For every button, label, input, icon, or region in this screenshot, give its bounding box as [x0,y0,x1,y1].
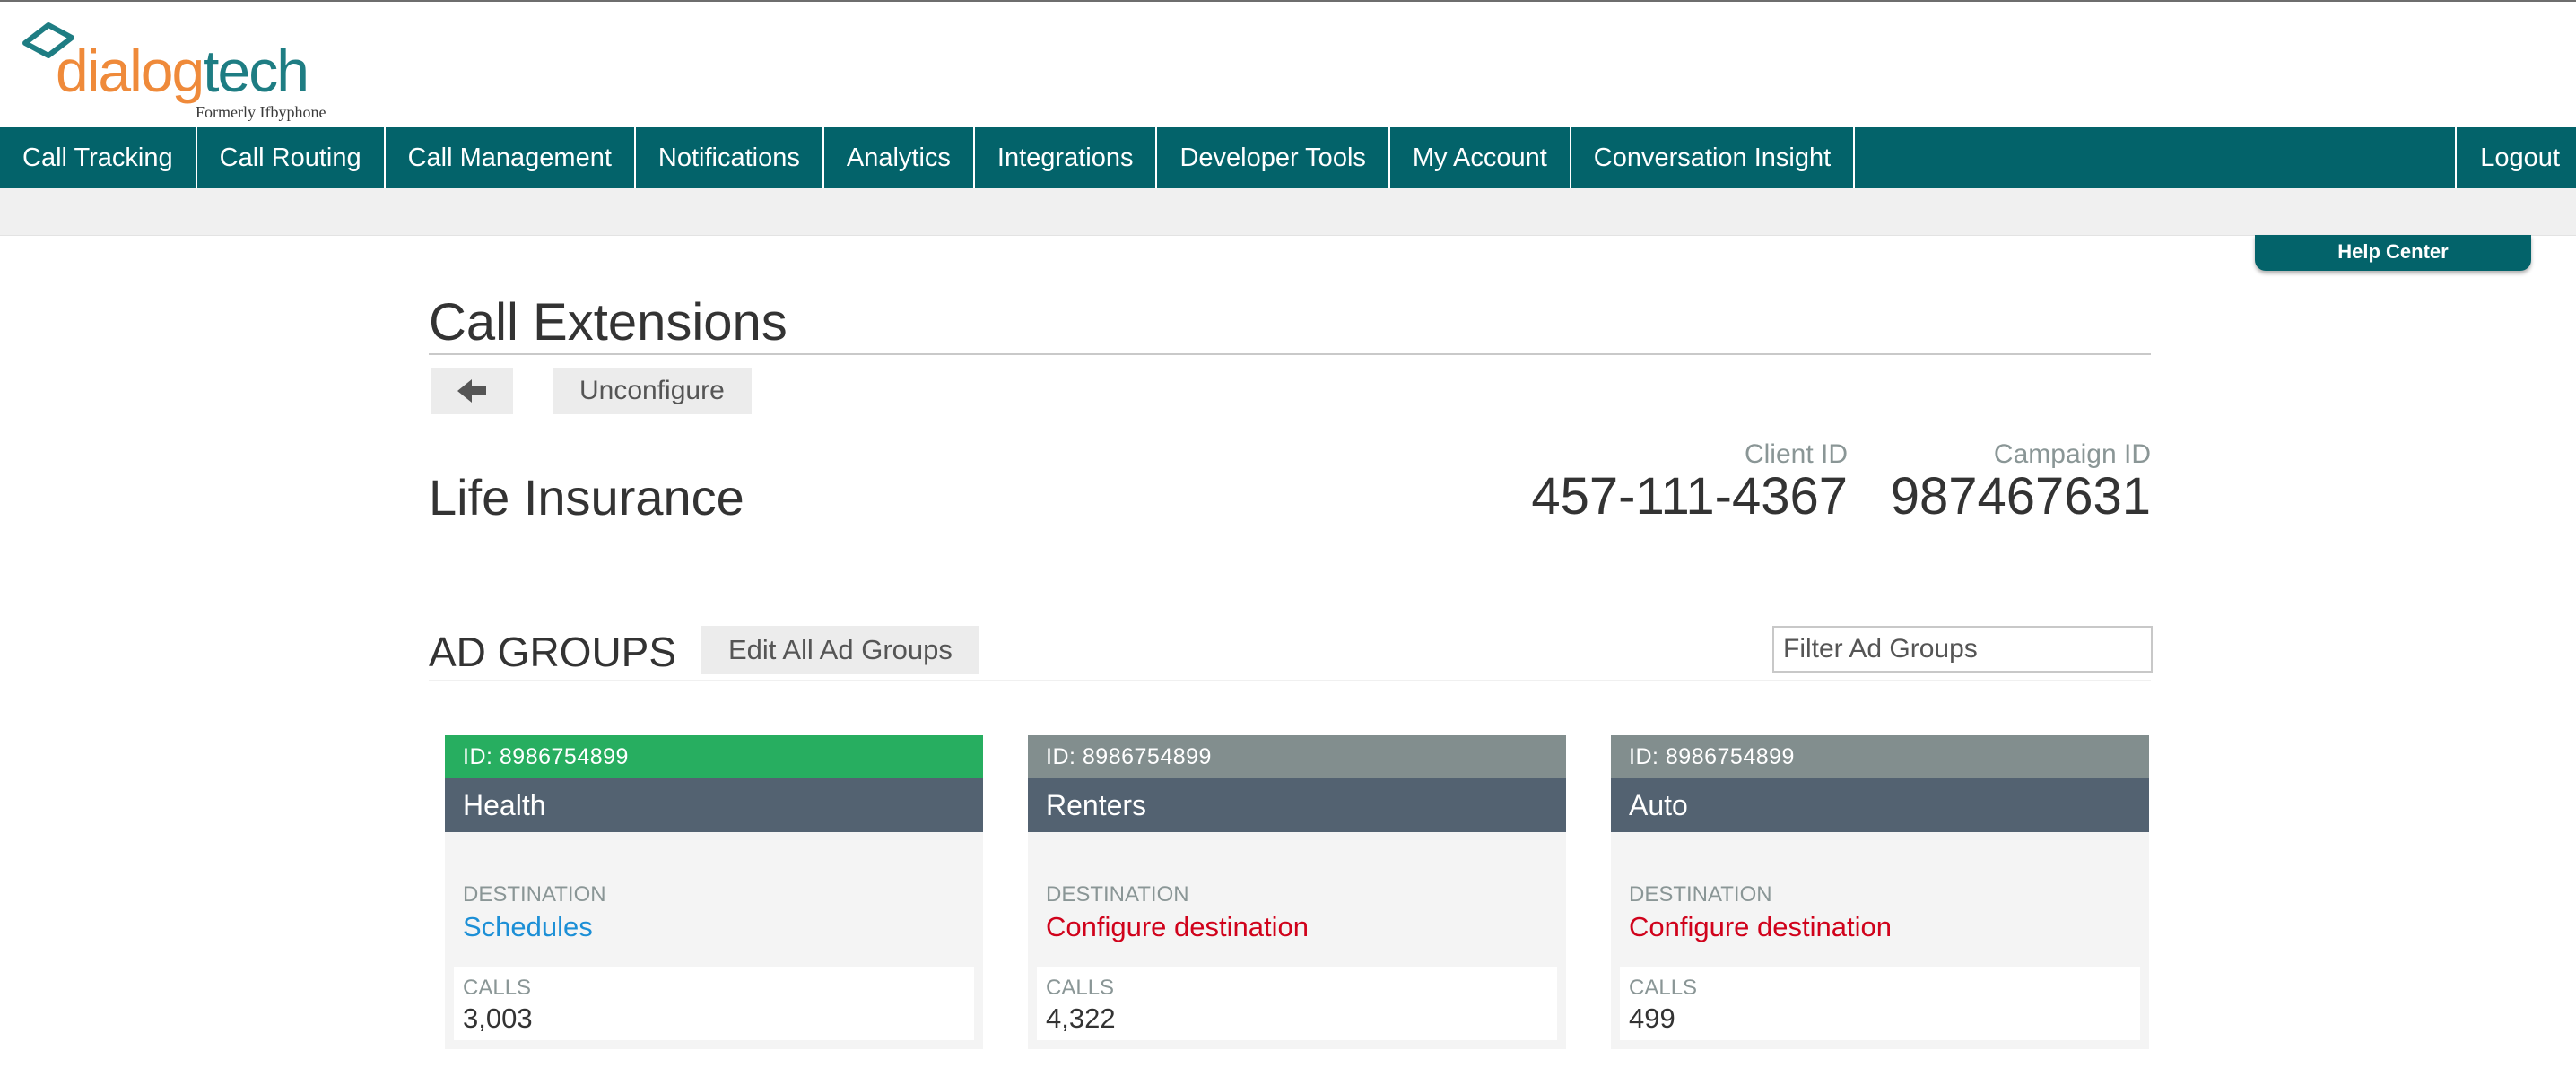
help-center-tab[interactable]: Help Center [2255,235,2531,271]
nav-conversation-insight[interactable]: Conversation Insight [1571,127,1856,188]
calls-box: CALLS 3,003 [454,967,974,1040]
card-id-bar: ID: 8986754899 [445,735,983,778]
main-nav: Call Tracking Call Routing Call Manageme… [0,127,2576,188]
sub-toolbar [0,188,2576,236]
calls-box: CALLS 4,322 [1037,967,1557,1040]
campaign-id-label: Campaign ID [1993,439,2151,469]
client-id-label: Client ID [1744,439,1848,469]
card-id-bar: ID: 8986754899 [1611,735,2149,778]
nav-call-management[interactable]: Call Management [386,127,636,188]
ad-group-card-auto[interactable]: ID: 8986754899 Auto DESTINATION Configur… [1611,735,2149,1049]
dialogtech-logo[interactable]: dialogtech Formerly Ifbyphone [18,20,341,121]
card-id-bar: ID: 8986754899 [1028,735,1566,778]
logo-word-dialog: dialog [56,38,205,104]
calls-label: CALLS [1046,976,1115,1000]
card-name: Auto [1611,778,2149,832]
nav-notifications[interactable]: Notifications [636,127,824,188]
unconfigure-button[interactable]: Unconfigure [553,368,752,414]
card-name: Health [445,778,983,832]
calls-label: CALLS [463,976,532,1000]
calls-box: CALLS 499 [1620,967,2140,1040]
campaign-id-block: Campaign ID 987467631 [1891,439,2151,525]
campaign-id-value: 987467631 [1890,467,2151,525]
configure-destination-link[interactable]: Configure destination [1046,911,1309,943]
filter-ad-groups-input[interactable] [1772,626,2153,673]
logo-wordmark: dialogtech [56,41,309,100]
configure-destination-link[interactable]: Configure destination [1629,911,1892,943]
logout-button[interactable]: Logout [2457,127,2576,188]
destination-label: DESTINATION [1629,882,1772,907]
page-title: Call Extensions [429,293,788,352]
logo-tagline: Formerly Ifbyphone [196,103,326,121]
logo-word-tech: tech [203,38,309,104]
client-id-value: 457-111-4367 [1531,467,1848,525]
calls-value: 3,003 [463,1003,533,1034]
nav-spacer [1855,127,2458,188]
calls-label: CALLS [1629,976,1698,1000]
destination-link[interactable]: Schedules [463,911,593,943]
nav-analytics[interactable]: Analytics [824,127,975,188]
calls-value: 499 [1629,1003,1675,1034]
destination-label: DESTINATION [1046,882,1189,907]
ad-group-card-health[interactable]: ID: 8986754899 Health DESTINATION Schedu… [445,735,983,1049]
top-border [0,0,2576,2]
client-id-block: Client ID 457-111-4367 [1531,439,1848,525]
card-name: Renters [1028,778,1566,832]
ad-group-card-renters[interactable]: ID: 8986754899 Renters DESTINATION Confi… [1028,735,1566,1049]
nav-developer-tools[interactable]: Developer Tools [1157,127,1390,188]
nav-call-routing[interactable]: Call Routing [197,127,386,188]
ad-groups-heading: AD GROUPS [429,629,677,675]
calls-value: 4,322 [1046,1003,1116,1034]
destination-label: DESTINATION [463,882,606,907]
edit-all-ad-groups-button[interactable]: Edit All Ad Groups [701,626,979,674]
ad-groups-divider [429,680,2151,681]
back-button[interactable] [431,368,513,414]
campaign-name: Life Insurance [429,469,744,525]
title-divider [429,353,2151,355]
nav-call-tracking[interactable]: Call Tracking [0,127,197,188]
arrow-left-icon [457,379,486,403]
nav-integrations[interactable]: Integrations [975,127,1158,188]
nav-my-account[interactable]: My Account [1390,127,1571,188]
